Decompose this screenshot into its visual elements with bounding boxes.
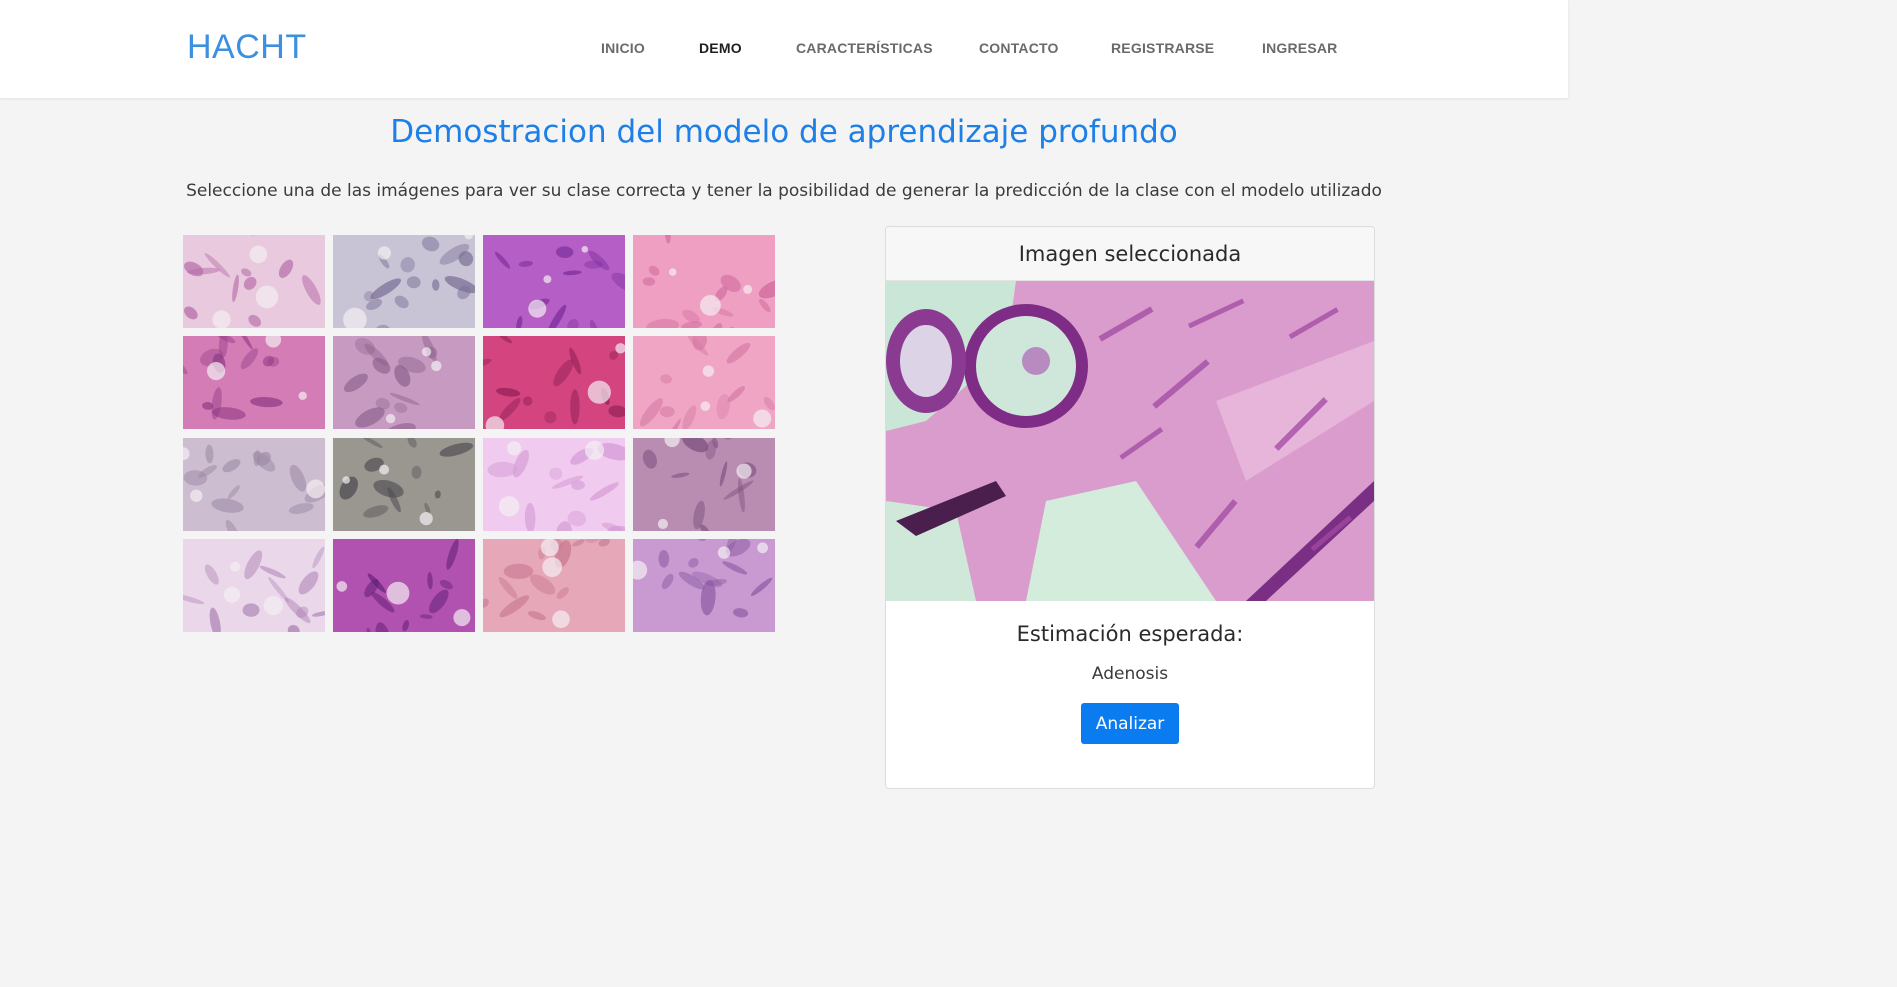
histology-image-icon: [333, 235, 475, 328]
nav-item-registrarse[interactable]: REGISTRARSE: [1111, 40, 1214, 56]
histology-image-icon: [886, 281, 1374, 601]
navbar: HACHT INICIO DEMO CARACTERÍSTICAS CONTAC…: [0, 0, 1568, 98]
panel-header: Imagen seleccionada: [886, 227, 1374, 281]
gallery-thumbnail[interactable]: [333, 235, 475, 328]
gallery-thumbnail[interactable]: [183, 336, 325, 429]
gallery-thumbnail[interactable]: [483, 539, 625, 632]
gallery-thumbnail[interactable]: [333, 539, 475, 632]
page-title: Demostracion del modelo de aprendizaje p…: [390, 114, 1178, 150]
histology-image-icon: [483, 235, 625, 328]
image-gallery: [183, 235, 775, 633]
nav-item-inicio[interactable]: INICIO: [601, 40, 645, 56]
histology-image-icon: [333, 336, 475, 429]
gallery-thumbnail[interactable]: [633, 438, 775, 531]
gallery-thumbnail[interactable]: [333, 438, 475, 531]
estimate-title: Estimación esperada:: [1016, 622, 1244, 646]
histology-image-icon: [633, 235, 775, 328]
histology-image-icon: [183, 539, 325, 632]
histology-image-icon: [483, 539, 625, 632]
nav-item-caracteristicas[interactable]: CARACTERÍSTICAS: [796, 40, 933, 56]
histology-image-icon: [333, 539, 475, 632]
gallery-thumbnail[interactable]: [183, 539, 325, 632]
histology-image-icon: [633, 539, 775, 632]
estimate-value: Adenosis: [1091, 664, 1169, 684]
histology-image-icon: [633, 438, 775, 531]
histology-image-icon: [183, 438, 325, 531]
histology-image-icon: [483, 336, 625, 429]
histology-image-icon: [633, 336, 775, 429]
gallery-thumbnail[interactable]: [483, 235, 625, 328]
histology-image-icon: [483, 438, 625, 531]
gallery-thumbnail[interactable]: [333, 336, 475, 429]
gallery-thumbnail[interactable]: [483, 336, 625, 429]
selected-image-panel: Imagen seleccionada Estimación esperada:…: [885, 226, 1375, 789]
histology-image-icon: [333, 438, 475, 531]
selected-histology-image: [886, 281, 1374, 601]
histology-image-icon: [183, 235, 325, 328]
gallery-thumbnail[interactable]: [483, 438, 625, 531]
nav-item-contacto[interactable]: CONTACTO: [979, 40, 1059, 56]
brand-logo[interactable]: HACHT: [187, 28, 307, 67]
analyze-button[interactable]: Analizar: [1081, 703, 1179, 744]
gallery-thumbnail[interactable]: [183, 438, 325, 531]
nav-item-ingresar[interactable]: INGRESAR: [1262, 40, 1338, 56]
nav-item-demo[interactable]: DEMO: [699, 40, 742, 56]
gallery-thumbnail[interactable]: [183, 235, 325, 328]
gallery-thumbnail[interactable]: [633, 539, 775, 632]
gallery-thumbnail[interactable]: [633, 235, 775, 328]
gallery-thumbnail[interactable]: [633, 336, 775, 429]
page-subtitle: Seleccione una de las imágenes para ver …: [186, 181, 1382, 201]
histology-image-icon: [183, 336, 325, 429]
